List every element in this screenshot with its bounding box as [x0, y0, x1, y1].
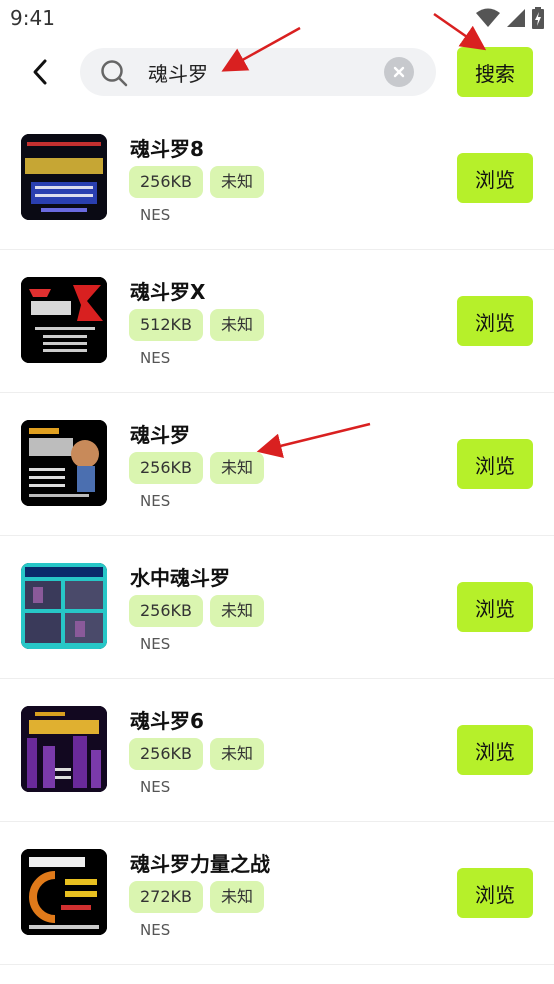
list-item[interactable]: 魂斗罗X 512KB 未知 NES 浏览 — [0, 250, 554, 393]
status-badge: 未知 — [210, 309, 265, 341]
status-badge: 未知 — [210, 595, 265, 627]
game-title: 魂斗罗力量之战 — [130, 852, 270, 876]
game-title: 魂斗罗8 — [130, 137, 204, 161]
search-bar: 搜索 — [0, 40, 554, 104]
status-badge: 未知 — [210, 166, 265, 198]
search-button[interactable]: 搜索 — [457, 47, 533, 97]
size-badge: 256KB — [129, 452, 204, 484]
size-badge: 272KB — [129, 881, 204, 913]
platform-label: NES — [140, 349, 171, 367]
size-badge: 512KB — [129, 309, 204, 341]
search-input[interactable] — [148, 54, 378, 90]
browse-button[interactable]: 浏览 — [457, 582, 533, 632]
search-field[interactable] — [80, 48, 436, 96]
clear-search-button[interactable] — [384, 57, 414, 87]
game-thumbnail — [21, 277, 107, 363]
size-badge: 256KB — [129, 595, 204, 627]
list-item[interactable]: 水中魂斗罗 256KB 未知 NES 浏览 — [0, 536, 554, 679]
signal-icon — [507, 9, 525, 27]
game-thumbnail — [21, 134, 107, 220]
game-thumbnail — [21, 420, 107, 506]
game-title: 魂斗罗6 — [130, 709, 204, 733]
size-badge: 256KB — [129, 166, 204, 198]
platform-label: NES — [140, 492, 171, 510]
status-time: 9:41 — [10, 6, 55, 30]
status-badge: 未知 — [210, 738, 265, 770]
battery-icon — [532, 7, 544, 29]
back-button[interactable] — [22, 52, 58, 92]
platform-label: NES — [140, 778, 171, 796]
browse-button[interactable]: 浏览 — [457, 296, 533, 346]
wifi-icon — [476, 8, 500, 27]
chevron-left-icon — [33, 59, 47, 85]
browse-button[interactable]: 浏览 — [457, 868, 533, 918]
status-badge: 未知 — [210, 452, 265, 484]
browse-button[interactable]: 浏览 — [457, 153, 533, 203]
platform-label: NES — [140, 206, 171, 224]
list-item[interactable]: 魂斗罗6 256KB 未知 NES 浏览 — [0, 679, 554, 822]
browse-button[interactable]: 浏览 — [457, 439, 533, 489]
game-thumbnail — [21, 849, 107, 935]
game-thumbnail — [21, 563, 107, 649]
game-thumbnail — [21, 706, 107, 792]
platform-label: NES — [140, 921, 171, 939]
search-icon — [101, 60, 128, 87]
size-badge: 256KB — [129, 738, 204, 770]
status-badge: 未知 — [210, 881, 265, 913]
list-item[interactable]: 魂斗罗 256KB 未知 NES 浏览 — [0, 393, 554, 536]
close-icon — [393, 66, 405, 78]
status-bar: 9:41 — [0, 0, 554, 38]
list-item[interactable]: 魂斗罗8 256KB 未知 NES 浏览 — [0, 107, 554, 250]
list-item[interactable]: 魂斗罗力量之战 272KB 未知 NES 浏览 — [0, 822, 554, 965]
status-icons — [476, 7, 544, 29]
game-title: 水中魂斗罗 — [130, 566, 230, 590]
results-list: 魂斗罗8 256KB 未知 NES 浏览 魂斗罗X 512KB 未知 NES 浏… — [0, 107, 554, 965]
browse-button[interactable]: 浏览 — [457, 725, 533, 775]
game-title: 魂斗罗X — [130, 280, 206, 304]
game-title: 魂斗罗 — [130, 423, 190, 447]
platform-label: NES — [140, 635, 171, 653]
